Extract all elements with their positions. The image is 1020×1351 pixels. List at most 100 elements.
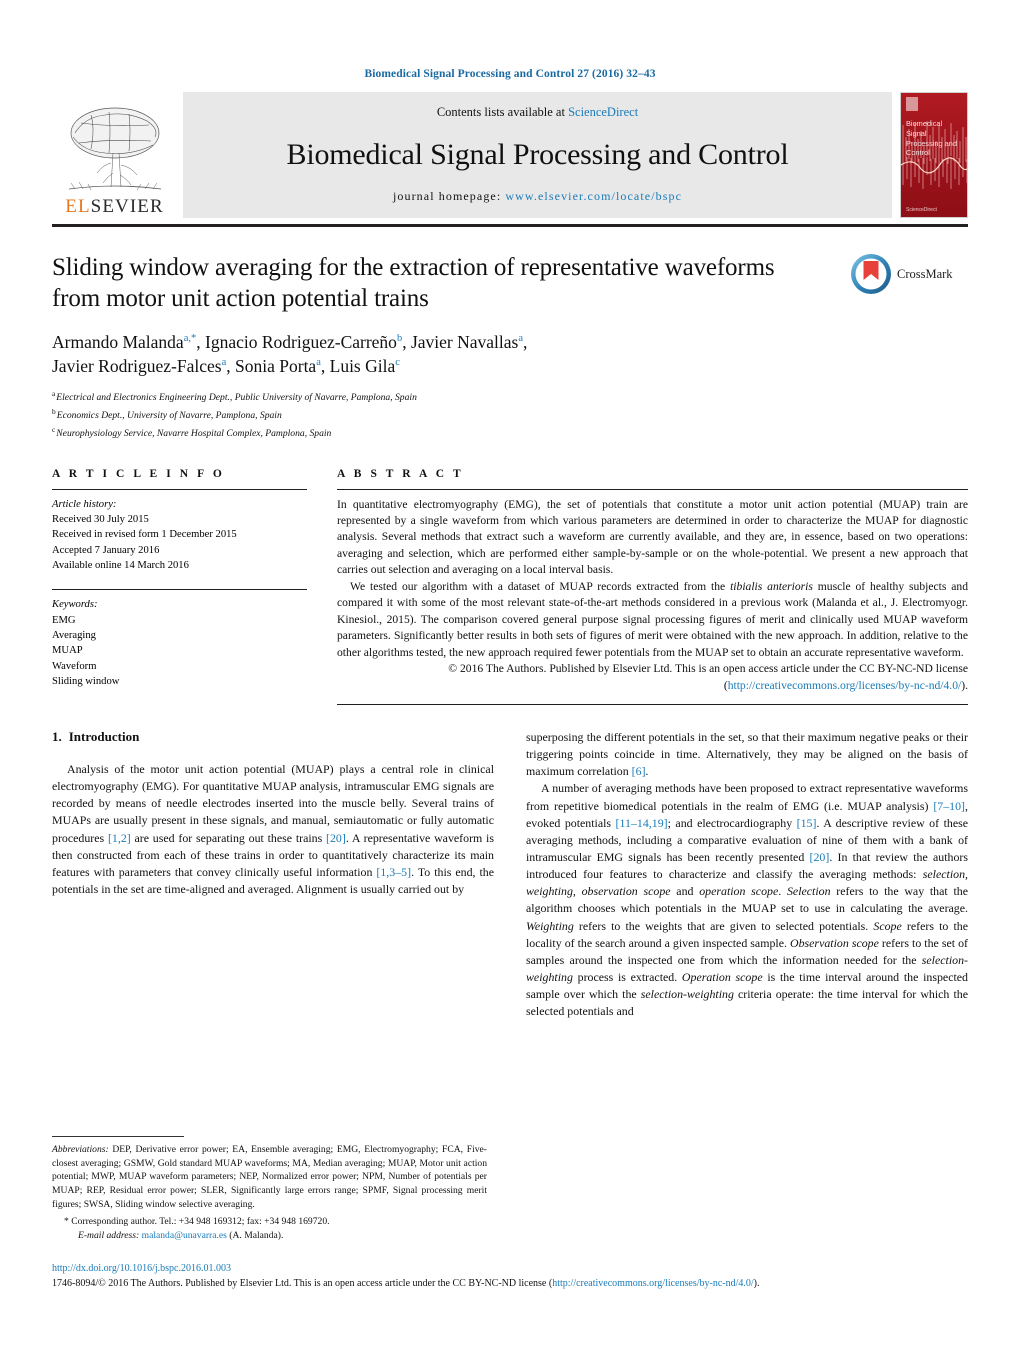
- citation-link[interactable]: [1,2]: [108, 831, 131, 845]
- citation-link[interactable]: [20]: [810, 850, 830, 864]
- article-info-heading: A R T I C L E I N F O: [52, 467, 225, 480]
- citation-link[interactable]: [7–10]: [933, 799, 965, 813]
- author-name: Ignacio Rodriguez-Carreño: [205, 332, 397, 352]
- doi-link[interactable]: http://dx.doi.org/10.1016/j.bspc.2016.01…: [52, 1261, 968, 1276]
- cover-waveform-graphic: [901, 121, 967, 189]
- citation-link[interactable]: [6]: [632, 764, 646, 778]
- contents-available-line: Contents lists available at ScienceDirec…: [437, 105, 638, 120]
- author-affiliation-mark: a: [316, 357, 321, 369]
- keyword-item: Averaging: [52, 630, 96, 642]
- author-name: Javier Rodriguez-Falces: [52, 356, 222, 377]
- intro-paragraph-1: Analysis of the motor unit action potent…: [52, 761, 494, 898]
- article-history-label: Article history:: [52, 498, 117, 510]
- author-name: Javier Navallas: [410, 332, 519, 352]
- keywords-label: Keywords:: [52, 599, 98, 611]
- email-label: E-mail address:: [78, 1230, 140, 1242]
- elsevier-tree-icon: [68, 107, 161, 191]
- abstract-paragraph-2: We tested our algorithm with a dataset o…: [337, 579, 968, 661]
- p2-text-a: A number of averaging methods have been …: [526, 781, 968, 813]
- email-footnote: E-mail address: malanda@unavarra.es (A. …: [52, 1229, 487, 1243]
- page-title: Sliding window averaging for the extract…: [52, 254, 775, 312]
- info-abstract-region: A R T I C L E I N F O Article history: R…: [52, 467, 968, 706]
- keyword-item: Sliding window: [52, 676, 120, 688]
- keyword-item: MUAP: [52, 645, 83, 657]
- keywords-rule: [52, 589, 307, 591]
- citation-link[interactable]: [1,3–5]: [376, 865, 411, 879]
- article-info-rule: [52, 488, 307, 490]
- email-link[interactable]: malanda@unavarra.es: [142, 1230, 227, 1241]
- citation-link[interactable]: [20]: [326, 831, 346, 845]
- masthead-divider: [52, 224, 968, 227]
- journal-homepage-line: journal homepage: www.elsevier.com/locat…: [393, 189, 682, 204]
- journal-homepage-link[interactable]: www.elsevier.com/locate/bspc: [505, 189, 682, 203]
- affiliation-list: aElectrical and Electronics Engineering …: [52, 388, 968, 441]
- footer-license-link[interactable]: http://creativecommons.org/licenses/by-n…: [552, 1278, 753, 1289]
- author-name: Luis Gila: [329, 356, 396, 377]
- intro-paragraph-1-cont: superposing the different potentials in …: [526, 729, 968, 780]
- author-affiliation-mark: c: [395, 357, 400, 369]
- citation-link[interactable]: [15]: [797, 816, 817, 830]
- abbreviations-footnote: Abbreviations: DEP, Derivative error pow…: [52, 1143, 487, 1211]
- article-info-column: A R T I C L E I N F O Article history: R…: [52, 468, 307, 705]
- abstract-paragraph-1: In quantitative electromyography (EMG), …: [337, 497, 968, 577]
- p2-text-l: process is extracted.: [572, 969, 682, 984]
- affiliation-mark: a: [52, 389, 56, 399]
- section-number: 1.: [52, 729, 62, 745]
- author-name: Sonia Porta: [235, 356, 317, 377]
- p2-text-i: refers to the weights that are given to …: [573, 918, 874, 933]
- abstract-heading: A B S T R A C T: [337, 467, 464, 480]
- journal-cover-thumbnail: Biomedical Signal Processing and Control: [900, 92, 968, 218]
- cover-footer-text: ScienceDirect: [906, 207, 937, 213]
- journal-title: Biomedical Signal Processing and Control: [286, 137, 789, 171]
- affiliation-text: Electrical and Electronics Engineering D…: [56, 392, 417, 404]
- author-affiliation-mark: a: [518, 333, 523, 345]
- intro-text-b: are used for separating out these trains: [130, 830, 327, 845]
- license-link[interactable]: http://creativecommons.org/licenses/by-n…: [728, 679, 962, 692]
- history-item: Received 30 July 2015: [52, 513, 149, 525]
- intro-cont-text-a: superposing the different potentials in …: [526, 730, 968, 779]
- abstract-muscle-name: tibialis anterioris: [730, 579, 813, 593]
- abstract-column: A B S T R A C T In quantitative electrom…: [337, 467, 968, 706]
- abstract-p2-part1: We tested our algorithm with a dataset o…: [350, 579, 731, 593]
- keyword-item: EMG: [52, 614, 76, 626]
- masthead-center: Contents lists available at ScienceDirec…: [183, 92, 892, 218]
- corresponding-author-footnote: * Corresponding author. Tel.: +34 948 16…: [64, 1216, 330, 1228]
- author-affiliation-mark: a: [221, 357, 227, 369]
- copyright-text-part2: ).: [961, 678, 968, 692]
- affiliation-text: Neurophysiology Service, Navarre Hospita…: [56, 428, 332, 439]
- abstract-rule: [337, 488, 968, 490]
- term-emphasis: selection-weighting: [640, 987, 734, 1002]
- affiliation-item: bEconomics Dept., University of Navarre,…: [52, 406, 968, 424]
- crossmark-icon: [850, 253, 892, 295]
- sciencedirect-link[interactable]: ScienceDirect: [568, 105, 638, 119]
- title-block: CrossMark Sliding window averaging for t…: [52, 253, 968, 442]
- page-footer: http://dx.doi.org/10.1016/j.bspc.2016.01…: [52, 1261, 968, 1291]
- term-emphasis: Operation scope: [681, 969, 763, 984]
- journal-masthead: ELSEVIER Contents lists available at Sci…: [52, 92, 968, 218]
- running-head: Biomedical Signal Processing and Control…: [364, 68, 656, 80]
- footer-copyright: 1746-8094/© 2016 The Authors. Published …: [52, 1276, 968, 1291]
- abstract-bottom-rule: [337, 704, 968, 706]
- footnote-area: Abbreviations: DEP, Derivative error pow…: [52, 1136, 487, 1243]
- intro-cont-text-b: .: [645, 764, 649, 779]
- term-emphasis: Selection: [786, 884, 831, 899]
- author-list: Armando Malandaa,*, Ignacio Rodriguez-Ca…: [52, 332, 528, 377]
- affiliation-mark: b: [52, 407, 56, 417]
- body-columns: 1. Introduction Analysis of the motor uni…: [52, 729, 968, 1020]
- crossmark-badge-group[interactable]: CrossMark: [850, 253, 968, 295]
- crossmark-label: CrossMark: [897, 266, 953, 281]
- homepage-prefix: journal homepage:: [392, 189, 506, 203]
- p2-text-f: and: [670, 884, 700, 899]
- body-column-left: 1. Introduction Analysis of the motor uni…: [52, 729, 494, 1020]
- p2-text-c: ; and electrocardiography: [667, 815, 797, 830]
- term-emphasis: operation scope: [699, 884, 779, 899]
- article-page: Biomedical Signal Processing and Control…: [0, 0, 1020, 1351]
- affiliation-mark: c: [52, 424, 56, 434]
- term-emphasis: Scope: [873, 918, 902, 933]
- affiliation-text: Economics Dept., University of Navarre, …: [56, 410, 282, 422]
- abbreviations-text: DEP, Derivative error power; EA, Ensembl…: [52, 1144, 487, 1210]
- abstract-copyright: © 2016 The Authors. Published by Elsevie…: [337, 661, 968, 694]
- intro-paragraph-2: A number of averaging methods have been …: [526, 780, 968, 1020]
- contents-prefix: Contents lists available at: [436, 105, 569, 119]
- citation-link[interactable]: [11–14,19]: [616, 816, 668, 830]
